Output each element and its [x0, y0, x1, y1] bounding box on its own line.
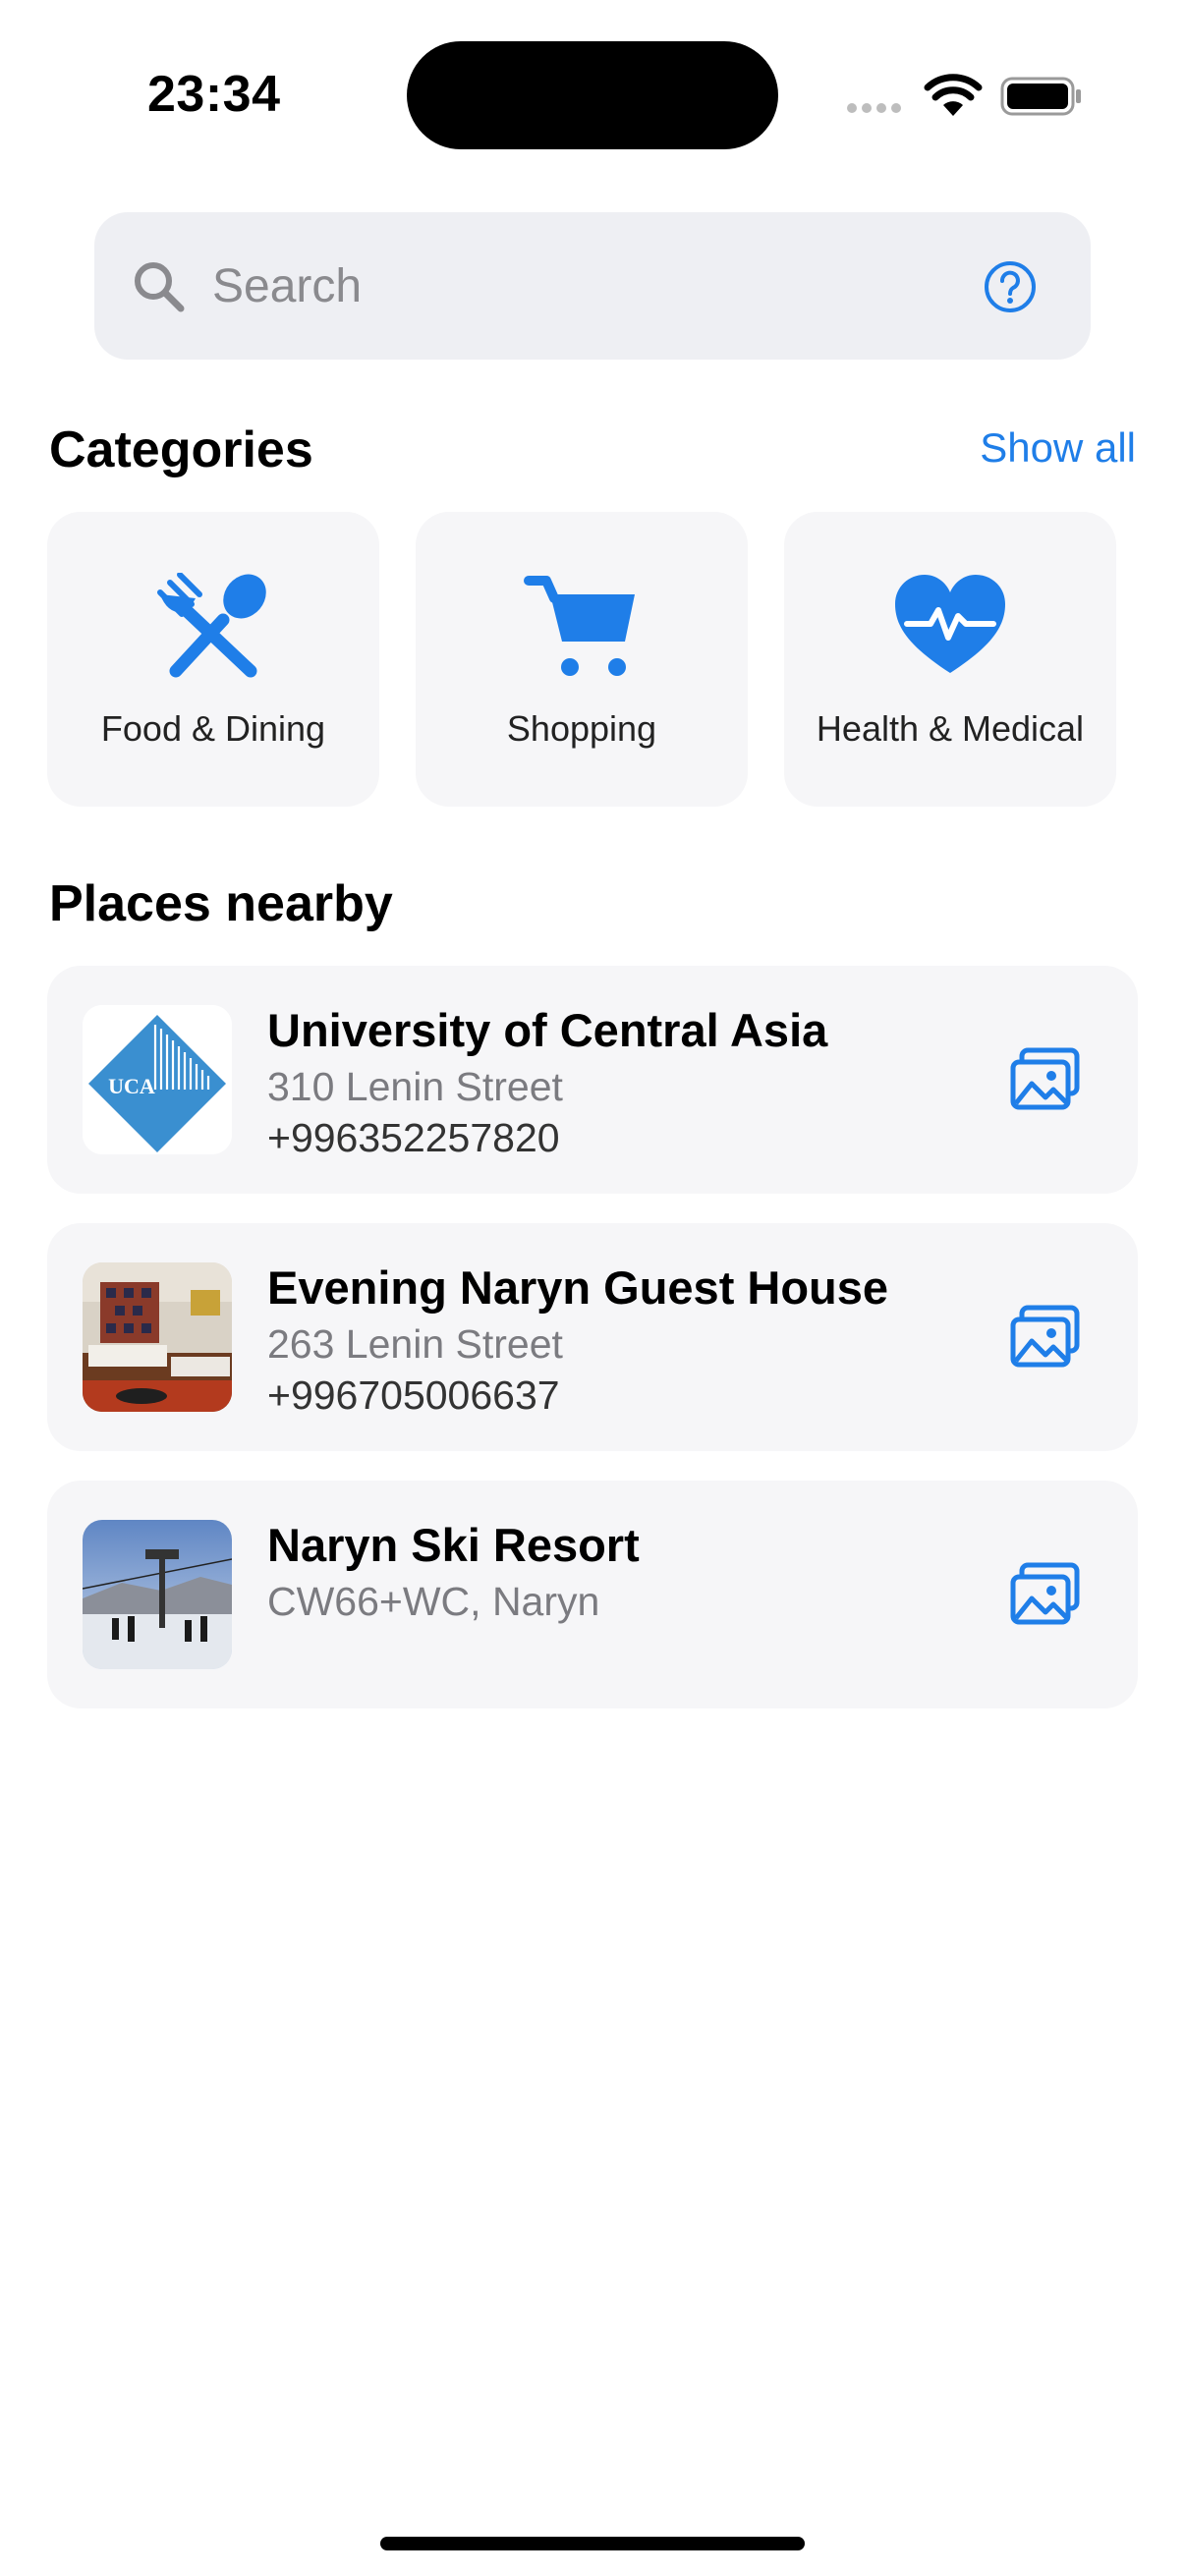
uca-logo-text: UCA	[108, 1074, 155, 1098]
place-name: Naryn Ski Resort	[267, 1519, 640, 1571]
place-phone[interactable]: +996705006637	[267, 1372, 560, 1419]
category-health-medical[interactable]: Health & Medical	[784, 512, 1116, 807]
wifi-icon	[924, 74, 983, 116]
place-photo	[83, 1262, 232, 1412]
categories-title: Categories	[49, 421, 313, 478]
photos-icon[interactable]	[1010, 1046, 1081, 1111]
place-address: 263 Lenin Street	[267, 1321, 563, 1367]
screen: 23:34 Categories Show all	[0, 0, 1185, 2576]
place-logo: UCA	[83, 1005, 232, 1154]
dynamic-island	[407, 41, 778, 149]
home-indicator[interactable]	[380, 2537, 805, 2550]
search-input[interactable]	[212, 248, 949, 324]
cellular-signal-icon	[847, 103, 901, 113]
category-label: Health & Medical	[816, 708, 1085, 749]
place-name: Evening Naryn Guest House	[267, 1261, 889, 1314]
search-bar[interactable]	[94, 212, 1091, 360]
place-card-guest-house[interactable]: Evening Naryn Guest House 263 Lenin Stre…	[47, 1223, 1138, 1451]
places-nearby-title: Places nearby	[49, 875, 393, 932]
place-address: CW66+WC, Naryn	[267, 1579, 600, 1624]
cart-icon	[524, 576, 635, 676]
fork-spoon-icon	[157, 573, 266, 678]
place-card-uca[interactable]: UCA University of Central Asia 310 Lenin…	[47, 966, 1138, 1194]
help-icon[interactable]	[983, 259, 1038, 314]
place-address: 310 Lenin Street	[267, 1064, 563, 1109]
status-time: 23:34	[147, 66, 281, 123]
photos-icon[interactable]	[1010, 1561, 1081, 1626]
search-icon	[135, 262, 185, 312]
place-card-ski-resort[interactable]: Naryn Ski Resort CW66+WC, Naryn	[47, 1481, 1138, 1708]
battery-icon	[1000, 77, 1081, 116]
category-label: Food & Dining	[100, 708, 326, 749]
category-food-dining[interactable]: Food & Dining	[47, 512, 379, 807]
category-shopping[interactable]: Shopping	[416, 512, 748, 807]
show-all-link[interactable]: Show all	[980, 424, 1136, 472]
photos-icon[interactable]	[1010, 1304, 1081, 1369]
place-phone[interactable]: +996352257820	[267, 1115, 560, 1161]
category-label: Shopping	[506, 708, 657, 749]
place-name: University of Central Asia	[267, 1004, 828, 1056]
heart-pulse-icon	[895, 575, 1005, 673]
place-photo	[83, 1520, 232, 1669]
